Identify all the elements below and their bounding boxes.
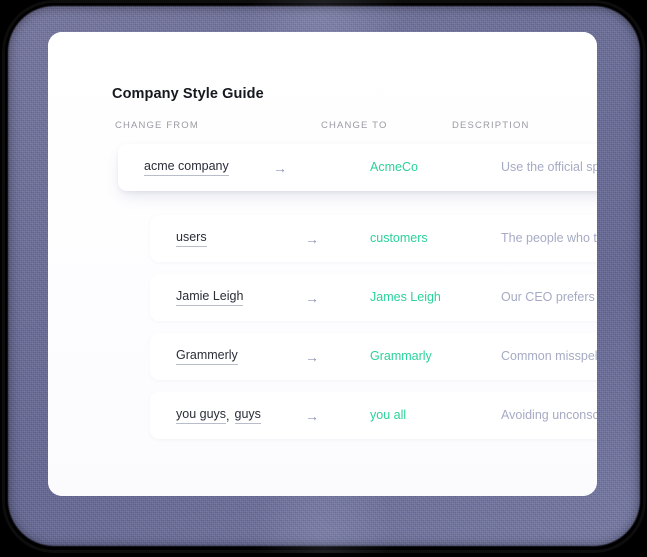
source-term[interactable]: guys [234,407,261,424]
cell-change-to[interactable]: James Leigh [370,274,441,321]
replacement-term[interactable]: you all [370,408,406,422]
table-row[interactable]: acme company → AcmeCo Use the official spel… [118,144,597,191]
description-text: Avoiding unconscio [501,408,597,423]
arrow-right-glyph: → [305,348,319,365]
arrow-right-icon: → [305,392,319,439]
cell-description: Avoiding unconscio [501,392,597,439]
cell-change-from[interactable]: Jamie Leigh [176,274,244,321]
table-column-headers: CHANGE FROM CHANGE TO DESCRIPTION [48,120,597,136]
source-term[interactable]: Grammerly [176,348,238,365]
replacement-term[interactable]: customers [370,231,428,245]
page-title: Company Style Guide [112,86,264,102]
replacement-term[interactable]: Grammarly [370,349,432,363]
cell-change-to[interactable]: Grammarly [370,333,432,380]
source-term[interactable]: Jamie Leigh [176,289,244,306]
column-header-change-to: CHANGE TO [321,120,388,131]
term-separator: , [226,408,230,423]
cell-change-from[interactable]: Grammerly [176,333,238,380]
description-text: The people who ta [501,231,597,246]
cell-change-from[interactable]: acme company [144,144,229,191]
column-header-description: DESCRIPTION [452,120,530,131]
column-header-change-from: CHANGE FROM [115,120,199,131]
table-row[interactable]: Jamie Leigh → James Leigh Our CEO prefers t… [150,274,597,321]
description-text: Our CEO prefers th [501,290,597,305]
cell-description: Our CEO prefers th [501,274,597,321]
arrow-right-glyph: → [305,407,319,424]
style-guide-panel: Company Style Guide CHANGE FROM CHANGE T… [48,32,597,496]
arrow-right-glyph: → [305,289,319,306]
cell-change-to[interactable]: customers [370,215,428,262]
cell-change-from[interactable]: you guys, guys [176,392,261,439]
arrow-right-glyph: → [305,230,319,247]
description-text: Common misspellin [501,349,597,364]
table-row[interactable]: Grammerly → Grammarly Common misspellin [150,333,597,380]
table-row[interactable]: you guys, guys → you all Avoiding unconscio [150,392,597,439]
cell-change-to[interactable]: you all [370,392,406,439]
cell-change-to[interactable]: AcmeCo [370,144,418,191]
table-row[interactable]: users → customers The people who ta [150,215,597,262]
cell-description: The people who ta [501,215,597,262]
description-text: Use the official spelling a [501,160,597,175]
arrow-right-icon: → [273,144,287,191]
screenshot-stage: Company Style Guide CHANGE FROM CHANGE T… [0,0,647,557]
source-term[interactable]: users [176,230,207,247]
arrow-right-glyph: → [273,159,287,176]
panel-background: Company Style Guide CHANGE FROM CHANGE T… [48,32,597,496]
arrow-right-icon: → [305,274,319,321]
cell-change-from[interactable]: users [176,215,207,262]
source-term[interactable]: acme company [144,159,229,176]
source-term[interactable]: you guys [176,407,227,424]
arrow-right-icon: → [305,333,319,380]
cell-description: Use the official spelling a [501,144,597,191]
replacement-term[interactable]: James Leigh [370,290,441,304]
replacement-term[interactable]: AcmeCo [370,160,418,174]
cell-description: Common misspellin [501,333,597,380]
arrow-right-icon: → [305,215,319,262]
